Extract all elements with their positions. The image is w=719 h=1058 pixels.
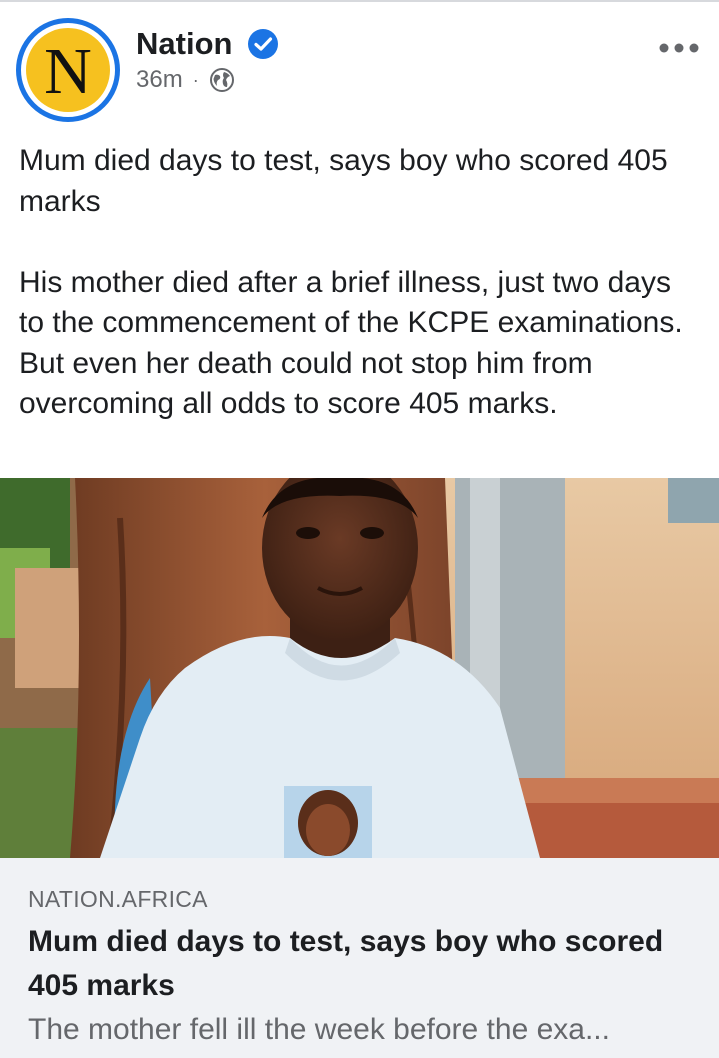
meta-separator: · [192,69,199,90]
link-description: The mother fell ill the week before the … [28,1013,610,1046]
globe-icon [209,68,234,92]
page-name[interactable]: Nation [136,24,232,64]
post-photo[interactable] [0,478,719,858]
page-avatar[interactable]: N [16,18,120,122]
post-meta: 36m · [136,64,235,96]
verified-badge-icon [248,29,278,59]
link-domain: NATION.AFRICA [28,886,208,912]
post-time[interactable]: 36m [136,66,183,94]
post-header: N Nation 36m · [0,0,719,125]
link-title[interactable]: Mum died days to test, says boy who scor… [28,920,708,1008]
more-options-icon[interactable] [658,38,700,58]
avatar-letter: N [44,35,92,108]
avatar-logo: N [26,28,110,112]
post-text: Mum died days to test, says boy who scor… [19,144,683,420]
